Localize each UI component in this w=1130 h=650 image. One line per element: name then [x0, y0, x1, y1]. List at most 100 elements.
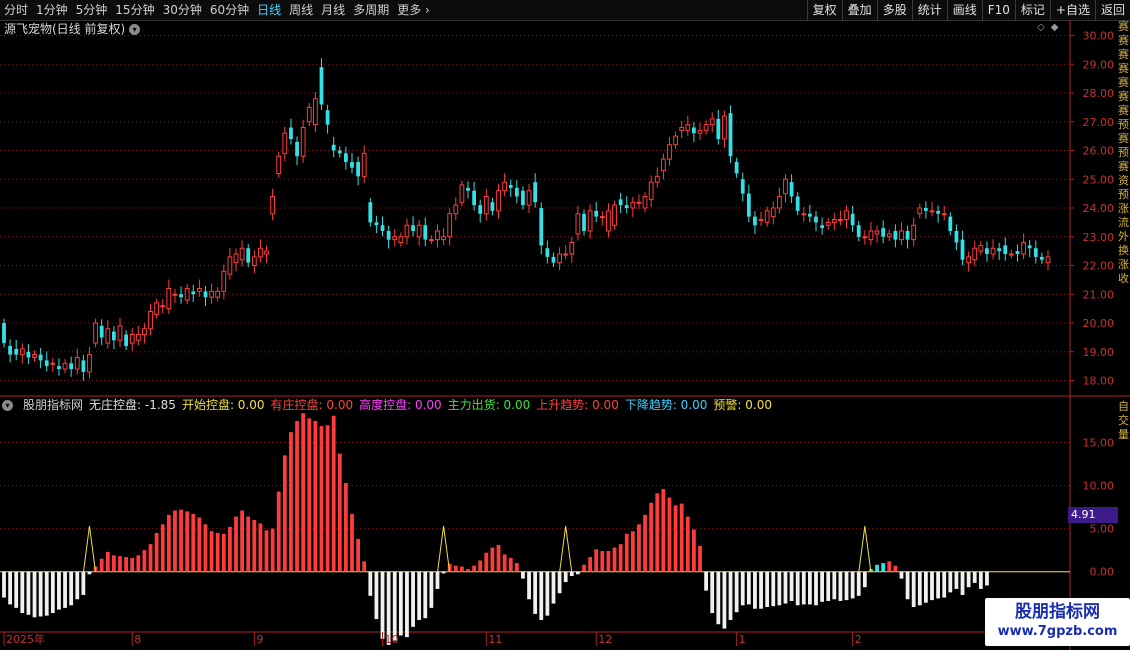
period-tab-2[interactable]: 5分钟: [72, 0, 112, 20]
period-tab-4[interactable]: 30分钟: [159, 0, 206, 20]
indicator-bar: [649, 502, 654, 572]
indicator-collapse-icon[interactable]: ▾: [2, 400, 13, 411]
candle: [447, 213, 453, 238]
candle: [496, 190, 501, 212]
indicator-bar: [179, 509, 183, 572]
diamond-filled-icon[interactable]: ◆: [1051, 22, 1065, 33]
candle: [62, 362, 68, 370]
candle: [276, 155, 282, 174]
candle: [142, 328, 147, 335]
indicator-bar: [460, 566, 464, 572]
indicator-bar: [252, 520, 257, 572]
candle: [459, 184, 465, 203]
indicator-bar: [69, 571, 74, 606]
candle: [99, 325, 104, 338]
candle: [808, 213, 812, 217]
indicator-bar: [942, 571, 947, 598]
indicator-bar: [423, 571, 428, 619]
candle: [466, 187, 470, 191]
candle: [972, 247, 978, 261]
toolbar-action-2[interactable]: 多股: [876, 0, 912, 20]
indicator-bar: [197, 517, 202, 572]
period-tab-9[interactable]: 多周期: [349, 0, 393, 20]
indicator-bar: [81, 571, 86, 595]
toolbar-action-8[interactable]: 返回: [1094, 0, 1130, 20]
indicator-bar: [38, 571, 43, 617]
candle: [264, 250, 269, 255]
indicator-bar: [209, 531, 214, 572]
candle: [81, 360, 86, 372]
toolbar-actions: 复权 叠加 多股 统计 画线 F10 标记 +自选 返回: [806, 0, 1130, 20]
date-tick-label: 12: [598, 633, 612, 646]
toolbar-action-4[interactable]: 画线: [946, 0, 982, 20]
indicator-bar: [716, 571, 721, 625]
kline-chart[interactable]: 18.0019.0020.0021.0022.0023.0024.0025.00…: [0, 0, 1130, 650]
toolbar-action-5[interactable]: F10: [981, 0, 1015, 20]
indicator-bar: [386, 571, 391, 645]
toolbar-action-6[interactable]: 标记: [1014, 0, 1050, 20]
period-tab-3[interactable]: 15分钟: [111, 0, 158, 20]
toolbar-action-3[interactable]: 统计: [911, 0, 947, 20]
period-tab-1[interactable]: 1分钟: [32, 0, 72, 20]
candle: [673, 135, 678, 146]
indicator-bar: [618, 544, 623, 572]
indicator-bar: [289, 432, 293, 572]
candle: [246, 248, 251, 263]
indicator-bar: [466, 569, 470, 572]
toolbar-action-7[interactable]: +自选: [1049, 0, 1095, 20]
indicator-bar: [759, 571, 763, 609]
candle: [948, 216, 953, 231]
period-tab-8[interactable]: 月线: [317, 0, 349, 20]
indicator-bar: [246, 516, 251, 572]
period-tabs: 分时 1分钟 5分钟 15分钟 30分钟 60分钟 日线 周线 月线 多周期 更多 ›: [0, 0, 434, 20]
candle: [32, 354, 37, 358]
period-tab-6[interactable]: 日线: [253, 0, 285, 20]
indicator-bar: [124, 557, 128, 572]
indicator-bar: [539, 571, 544, 620]
date-tick-label: 2025年: [6, 632, 45, 646]
candle: [990, 247, 996, 255]
period-tab-7[interactable]: 周线: [285, 0, 317, 20]
indicator-bar: [8, 571, 12, 605]
candle: [825, 221, 831, 226]
candle: [392, 236, 398, 241]
period-tab-0[interactable]: 分时: [0, 0, 32, 20]
indicator-bar: [63, 571, 67, 608]
candle: [960, 239, 965, 260]
diamond-icons[interactable]: ◇◆: [1037, 22, 1064, 33]
candle: [814, 216, 818, 223]
indicator-bar: [337, 453, 342, 572]
indicator-bar: [643, 514, 647, 572]
chevron-down-icon[interactable]: ▾: [129, 24, 141, 35]
candle: [978, 244, 984, 252]
candle: [258, 247, 263, 258]
period-tab-10[interactable]: 更多 ›: [393, 0, 434, 20]
toolbar-action-1[interactable]: 叠加: [841, 0, 877, 20]
candle: [514, 187, 519, 197]
toolbar-action-0[interactable]: 复权: [806, 0, 842, 20]
indicator-bar: [924, 571, 928, 603]
candle: [1027, 245, 1032, 249]
indicator-bar: [527, 571, 531, 600]
warning-marker: [858, 525, 872, 572]
indicator-bar: [453, 565, 458, 572]
indicator-bar: [441, 571, 446, 574]
price-tick-label: 18.00: [1083, 375, 1115, 388]
indicator-bar: [514, 563, 519, 572]
candle: [356, 162, 360, 177]
diamond-outline-icon[interactable]: ◇: [1037, 22, 1051, 33]
indicator-bar: [228, 526, 232, 572]
indicator-bar: [710, 571, 715, 614]
indicator-bar: [588, 557, 592, 572]
indicator-bar: [814, 571, 818, 606]
candle: [428, 239, 434, 242]
indicator-bar: [557, 571, 562, 594]
indicator-bar: [612, 547, 617, 572]
indicator-bar: [826, 571, 831, 601]
indicator-bar: [160, 524, 165, 572]
indicator-bar: [820, 571, 824, 602]
indicator-bar: [630, 531, 635, 572]
indicator-bar: [490, 547, 495, 572]
period-tab-5[interactable]: 60分钟: [206, 0, 253, 20]
indicator-bar: [844, 571, 849, 601]
